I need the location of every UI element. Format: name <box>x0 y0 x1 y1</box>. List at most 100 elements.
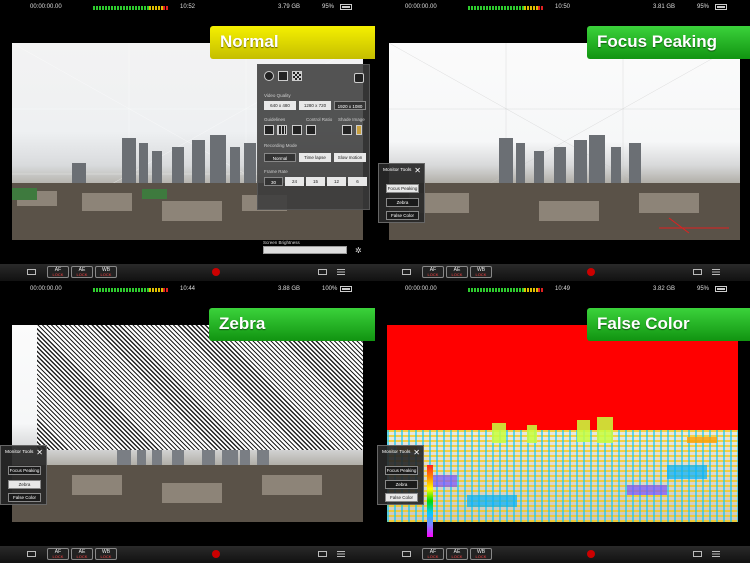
close-icon[interactable]: ✕ <box>413 448 420 457</box>
ae-button[interactable]: AE LOCK <box>446 548 468 560</box>
shade-image-label: Shade Image <box>338 117 365 122</box>
bottom-toolbar: AF LOCK AE LOCK WB LOCK <box>0 546 375 563</box>
mode-time-lapse[interactable]: Time lapse <box>299 153 331 162</box>
resolution-640[interactable]: 640 x 480 <box>264 101 296 110</box>
gear-icon[interactable]: ✲ <box>355 246 362 255</box>
false-color-button[interactable]: False Color <box>386 211 419 220</box>
gallery-icon[interactable] <box>318 551 327 557</box>
monitor-tools-icon[interactable] <box>27 551 36 557</box>
battery-icon <box>715 286 727 292</box>
fps-24[interactable]: 24 <box>285 177 304 186</box>
af-button[interactable]: AF LOCK <box>47 266 69 278</box>
gallery-icon[interactable] <box>693 269 702 275</box>
af-button[interactable]: AF LOCK <box>47 548 69 560</box>
focus-peaking-button[interactable]: Focus Peaking <box>385 466 418 475</box>
record-button[interactable] <box>587 268 595 276</box>
wb-button[interactable]: WB LOCK <box>470 548 492 560</box>
panel-normal: 00:00:00.00 10:52 3.79 GB 95% Normal Vid… <box>0 0 375 281</box>
close-icon[interactable]: ✕ <box>36 448 43 457</box>
monitor-tools-icon[interactable] <box>402 551 411 557</box>
menu-icon[interactable] <box>712 269 720 275</box>
ae-button[interactable]: AE LOCK <box>71 266 93 278</box>
record-button[interactable] <box>212 550 220 558</box>
close-icon[interactable]: ✕ <box>414 166 421 175</box>
fps-12[interactable]: 12 <box>327 177 346 186</box>
status-bar: 00:00:00.00 10:50 3.81 GB 95% <box>375 0 750 16</box>
monitor-tools-icon[interactable] <box>27 269 36 275</box>
fps-30[interactable]: 30 <box>264 177 283 186</box>
audio-meter <box>93 288 169 292</box>
camera-viewfinder[interactable] <box>389 43 740 240</box>
circle-guide-icon[interactable] <box>264 71 274 81</box>
ae-lock-label: LOCK <box>451 272 463 277</box>
wb-lock-label: LOCK <box>100 554 112 559</box>
monitor-tools-title: Monitor Tools <box>383 168 412 173</box>
resolution-1920[interactable]: 1920 x 1080 <box>334 101 366 110</box>
ae-button[interactable]: AE LOCK <box>446 266 468 278</box>
af-button[interactable]: AF LOCK <box>422 266 444 278</box>
monitor-tools-panel: Monitor Tools ✕ Focus Peaking Zebra Fals… <box>378 163 425 223</box>
ae-lock-label: LOCK <box>76 554 88 559</box>
square-guide-icon[interactable] <box>278 71 288 81</box>
panel-false-color: 00:00:00.00 10:49 3.82 GB 95% False Colo… <box>375 282 750 563</box>
ratio-icon[interactable] <box>306 125 316 135</box>
battery-icon <box>340 286 352 292</box>
wb-lock-label: LOCK <box>100 272 112 277</box>
af-button[interactable]: AF LOCK <box>422 548 444 560</box>
storage-remaining: 3.79 GB <box>278 4 301 10</box>
wb-button[interactable]: WB LOCK <box>470 266 492 278</box>
wb-button[interactable]: WB LOCK <box>95 266 117 278</box>
record-button[interactable] <box>587 550 595 558</box>
clock: 10:50 <box>555 4 571 10</box>
camera-viewfinder[interactable] <box>387 325 738 522</box>
false-color-button[interactable]: False Color <box>385 493 418 502</box>
menu-icon[interactable] <box>712 551 720 557</box>
false-color-button[interactable]: False Color <box>8 493 41 502</box>
focus-peaking-button[interactable]: Focus Peaking <box>386 184 419 193</box>
monitor-tools-panel: Monitor Tools ✕ Focus Peaking Zebra Fals… <box>0 445 47 505</box>
clock: 10:49 <box>555 286 571 292</box>
battery-percent: 100% <box>322 286 338 292</box>
mode-badge-zebra: Zebra <box>209 308 375 341</box>
af-lock-label: LOCK <box>52 272 64 277</box>
brightness-slider[interactable] <box>263 246 347 254</box>
fps-15[interactable]: 15 <box>306 177 325 186</box>
grid-cross-icon[interactable] <box>292 125 302 135</box>
resolution-1280[interactable]: 1280 x 720 <box>299 101 331 110</box>
mode-normal[interactable]: Normal <box>264 153 296 162</box>
fps-6[interactable]: 6 <box>348 177 367 186</box>
timecode: 00:00:00.00 <box>30 4 62 10</box>
checker-icon[interactable] <box>292 71 302 81</box>
record-button[interactable] <box>212 268 220 276</box>
shade-icon[interactable] <box>342 125 352 135</box>
clock: 10:52 <box>180 4 196 10</box>
false-color-buildings <box>397 417 717 507</box>
gallery-icon[interactable] <box>693 551 702 557</box>
mode-badge-normal: Normal <box>210 26 375 59</box>
zebra-button[interactable]: Zebra <box>8 480 41 489</box>
zebra-button[interactable]: Zebra <box>385 480 418 489</box>
zebra-overlay <box>37 325 363 450</box>
status-bar: 00:00:00.00 10:52 3.79 GB 95% <box>0 0 375 16</box>
menu-icon[interactable] <box>337 551 345 557</box>
mode-slow-motion[interactable]: Slow motion <box>334 153 366 162</box>
menu-icon[interactable] <box>337 269 345 275</box>
ae-button[interactable]: AE LOCK <box>71 548 93 560</box>
grid-thirds-icon[interactable] <box>277 125 287 135</box>
shade-swatch-icon[interactable] <box>356 125 362 135</box>
gallery-icon[interactable] <box>318 269 327 275</box>
monitor-tools-icon[interactable] <box>402 269 411 275</box>
camera-icon[interactable] <box>354 73 364 83</box>
battery-percent: 95% <box>697 286 710 292</box>
monitor-tools-title: Monitor Tools <box>382 450 411 455</box>
ae-lock-label: LOCK <box>451 554 463 559</box>
wb-button[interactable]: WB LOCK <box>95 548 117 560</box>
status-bar: 00:00:00.00 10:44 3.88 GB 100% <box>0 282 375 298</box>
focus-peaking-button[interactable]: Focus Peaking <box>8 466 41 475</box>
camera-viewfinder[interactable] <box>12 325 363 522</box>
battery-icon <box>715 4 727 10</box>
zebra-button[interactable]: Zebra <box>386 198 419 207</box>
storage-remaining: 3.81 GB <box>653 4 676 10</box>
frame-rate-label: Frame Rate <box>264 169 288 174</box>
grid-none-icon[interactable] <box>264 125 274 135</box>
